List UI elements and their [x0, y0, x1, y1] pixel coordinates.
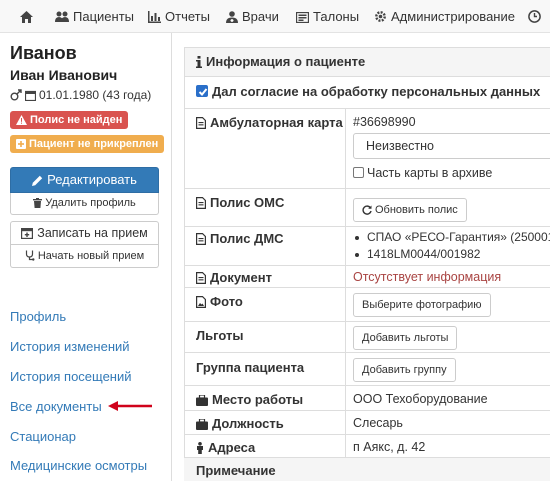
patient-dob-text: 01.01.1980 (43 года)	[39, 88, 152, 102]
clock-icon	[528, 10, 541, 23]
photo-label: Фото	[196, 294, 243, 309]
sidebar-link-inpatient[interactable]: Стационар	[10, 429, 76, 444]
sidebar-link-change-history[interactable]: История изменений	[10, 339, 130, 354]
warning-icon	[16, 115, 27, 125]
male-icon	[10, 89, 22, 101]
trash-icon	[33, 198, 43, 208]
image-file-icon	[196, 296, 206, 308]
edit-button[interactable]: Редактировать	[10, 167, 159, 193]
consent-label: Дал согласие на обработку персональных д…	[212, 84, 541, 99]
position-label: Должность	[196, 416, 284, 431]
info-icon	[196, 56, 202, 68]
nav-admin-label: Администрирование	[391, 9, 515, 24]
position-value: Слесарь	[353, 416, 403, 430]
calendar-plus-icon	[21, 228, 34, 240]
add-benefits-button[interactable]: Добавить льготы	[353, 326, 458, 350]
sidebar-link-all-documents[interactable]: Все документы	[10, 399, 102, 414]
not-attached-badge: Пациент не прикреплен	[10, 135, 165, 153]
sidebar-link-profile[interactable]: Профиль	[10, 309, 66, 324]
work-label: Место работы	[196, 392, 303, 407]
benefits-label: Льготы	[196, 328, 244, 343]
document-label: Документ	[196, 270, 272, 285]
row-divider	[184, 321, 550, 322]
nav-patients-label: Пациенты	[73, 9, 134, 24]
row-divider	[184, 410, 550, 411]
panel-heading: Информация о пациенте	[184, 47, 550, 77]
address-label: Адреса	[196, 440, 255, 455]
choose-photo-button[interactable]: Выберите фотографию	[353, 293, 491, 317]
group-label: Группа пациента	[196, 360, 305, 375]
patient-first-middle-name: Иван Иванович	[10, 67, 118, 83]
checkbox-unchecked[interactable]	[353, 167, 364, 178]
row-divider	[184, 287, 550, 288]
file-icon	[196, 197, 206, 209]
dms-label: Полис ДМС	[196, 231, 284, 246]
file-icon	[196, 272, 206, 284]
list-item: 1418LM0044/001982	[353, 246, 550, 263]
row-divider	[184, 434, 550, 435]
row-divider	[184, 385, 550, 386]
nav-reports[interactable]: Отчеты	[148, 0, 210, 33]
annotation-arrow	[108, 401, 152, 411]
card-status-select[interactable]: Неизвестно	[353, 133, 550, 159]
start-new-visit-button[interactable]: Начать новый прием	[10, 245, 159, 268]
top-navbar: Пациенты Отчеты Врачи Талоны Администрир…	[0, 0, 550, 33]
work-value: ООО Техоборудование	[353, 392, 488, 406]
row-divider	[184, 108, 550, 109]
policy-not-found-badge: Полис не найден	[10, 111, 129, 129]
row-divider	[184, 188, 550, 189]
row-divider	[184, 352, 550, 353]
hospital-icon	[16, 139, 26, 149]
nav-clock[interactable]	[528, 0, 545, 33]
patient-last-name: Иванов	[10, 43, 77, 63]
card-number: #36698990	[353, 115, 416, 129]
sidebar-link-visit-history[interactable]: История посещений	[10, 369, 132, 384]
check-icon	[198, 88, 208, 96]
schedule-appointment-button[interactable]: Записать на прием	[10, 221, 159, 245]
file-icon	[196, 117, 206, 129]
stethoscope-icon	[25, 250, 35, 261]
file-icon	[196, 233, 206, 245]
nav-admin[interactable]: Администрирование	[374, 0, 515, 33]
address-value: п Аякс, д. 42	[353, 440, 426, 454]
pencil-icon	[32, 175, 43, 186]
delete-profile-button[interactable]: Удалить профиль	[10, 193, 159, 215]
archive-checkbox[interactable]: Часть карты в архиве	[353, 166, 492, 180]
refresh-icon	[362, 205, 372, 215]
add-group-button[interactable]: Добавить группу	[353, 358, 456, 382]
nav-patients[interactable]: Пациенты	[55, 0, 134, 33]
briefcase-icon	[196, 418, 208, 430]
nav-tickets[interactable]: Талоны	[295, 0, 360, 33]
nav-reports-label: Отчеты	[165, 9, 210, 24]
nav-doctors-label: Врачи	[242, 9, 279, 24]
nav-doctors[interactable]: Врачи	[226, 0, 279, 33]
column-divider	[171, 33, 172, 481]
dms-list: СПАО «РЕСО-Гарантия» (2500011) 1418LM004…	[353, 229, 550, 263]
gear-icon	[375, 11, 386, 22]
column-divider-inner	[345, 108, 346, 457]
refresh-policy-button[interactable]: Обновить полис	[353, 198, 467, 222]
nav-tickets-label: Талоны	[313, 9, 360, 24]
card-label: Амбулаторная карта	[196, 115, 343, 130]
oms-label: Полис ОМС	[196, 195, 284, 210]
ticket-icon	[295, 11, 310, 24]
consent-checkbox[interactable]: Дал согласие на обработку персональных д…	[196, 84, 540, 99]
panel-title: Информация о пациенте	[206, 54, 366, 69]
home-icon	[20, 11, 33, 23]
patient-dob: 01.01.1980 (43 года)	[10, 88, 151, 102]
user-md-icon	[226, 11, 238, 23]
note-label: Примечание	[196, 463, 276, 478]
document-value: Отсутствует информация	[353, 270, 502, 284]
nav-home[interactable]	[20, 0, 37, 33]
row-divider	[184, 226, 550, 227]
list-item: СПАО «РЕСО-Гарантия» (2500011)	[353, 229, 550, 246]
row-divider	[184, 265, 550, 266]
sidebar-link-medical-exams[interactable]: Медицинские осмотры	[10, 458, 147, 473]
briefcase-icon	[196, 394, 208, 406]
calendar-icon	[24, 90, 37, 102]
person-icon	[197, 442, 203, 454]
bar-chart-icon	[148, 11, 161, 23]
users-icon	[55, 11, 69, 22]
checkbox-checked[interactable]	[196, 85, 208, 97]
